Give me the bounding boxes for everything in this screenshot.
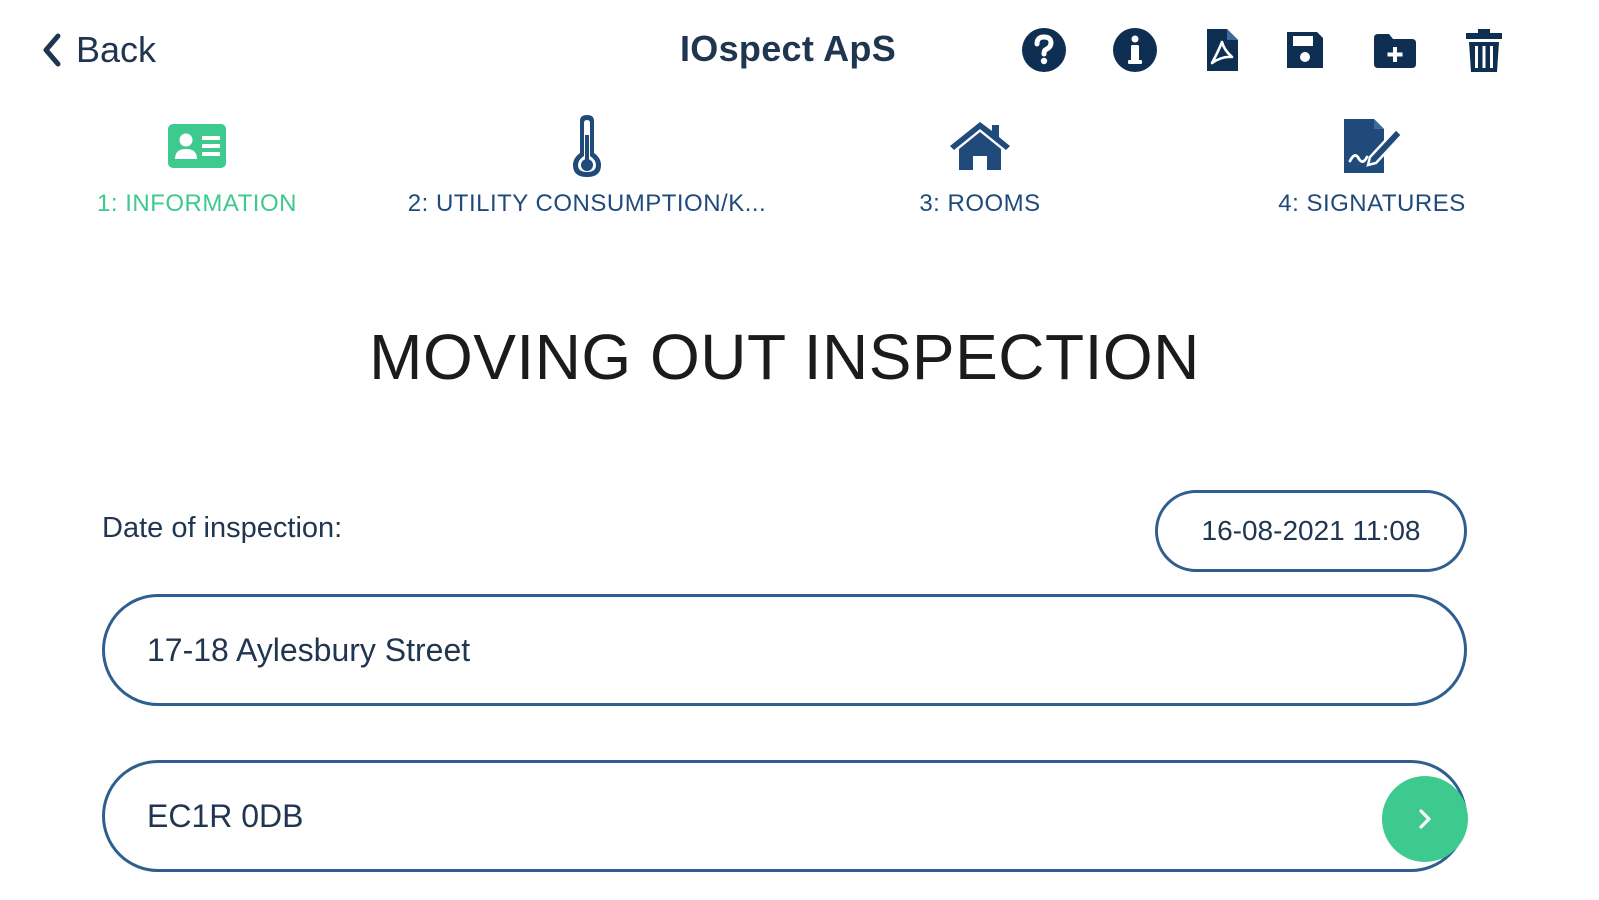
- tab-signatures[interactable]: 4: SIGNATURES: [1262, 110, 1482, 225]
- postcode-next-button[interactable]: [1382, 776, 1468, 862]
- signature-icon: [1344, 119, 1404, 173]
- help-icon: [1022, 28, 1066, 72]
- date-of-inspection-label: Date of inspection:: [102, 512, 343, 544]
- chevron-right-icon: [1419, 809, 1431, 829]
- help-button[interactable]: [1016, 22, 1072, 78]
- back-label: Back: [76, 29, 157, 70]
- save-button[interactable]: [1277, 22, 1333, 78]
- info-button[interactable]: [1107, 22, 1163, 78]
- tab-information[interactable]: 1: INFORMATION: [84, 110, 310, 225]
- save-icon: [1287, 32, 1323, 68]
- tab-utility-consumption[interactable]: 2: UTILITY CONSUMPTION/K...: [392, 110, 782, 225]
- step-tabs: 1: INFORMATION 2: UTILITY CONSUMPTION/K.…: [0, 110, 1599, 230]
- house-icon: [950, 122, 1010, 170]
- add-folder-button[interactable]: [1367, 22, 1423, 78]
- thermometer-icon: [573, 115, 601, 177]
- page-title: MOVING OUT INSPECTION: [369, 321, 1200, 393]
- trash-icon: [1466, 29, 1502, 72]
- pdf-button[interactable]: [1194, 22, 1250, 78]
- address-field[interactable]: 17-18 Aylesbury Street: [102, 594, 1467, 706]
- top-bar: Back IOspect ApS: [0, 0, 1599, 100]
- info-icon: [1113, 28, 1157, 72]
- tab-label: 4: SIGNATURES: [1278, 190, 1466, 217]
- address-value: 17-18 Aylesbury Street: [147, 631, 471, 668]
- app-title: IOspect ApS: [680, 28, 897, 69]
- tab-label: 2: UTILITY CONSUMPTION/K...: [407, 190, 767, 217]
- back-button[interactable]: Back: [40, 26, 156, 74]
- postcode-value: EC1R 0DB: [147, 797, 304, 834]
- postcode-field[interactable]: EC1R 0DB: [102, 760, 1467, 872]
- chevron-left-icon: [43, 33, 61, 67]
- folder-add-icon: [1374, 34, 1416, 68]
- tab-label: 1: INFORMATION: [97, 190, 297, 217]
- tab-label: 3: ROOMS: [919, 190, 1041, 217]
- pdf-icon: [1207, 29, 1238, 71]
- date-of-inspection-picker[interactable]: 16-08-2021 11:08: [1155, 490, 1467, 572]
- delete-button[interactable]: [1456, 22, 1512, 78]
- id-card-icon: [168, 124, 226, 168]
- tab-rooms[interactable]: 3: ROOMS: [900, 110, 1060, 225]
